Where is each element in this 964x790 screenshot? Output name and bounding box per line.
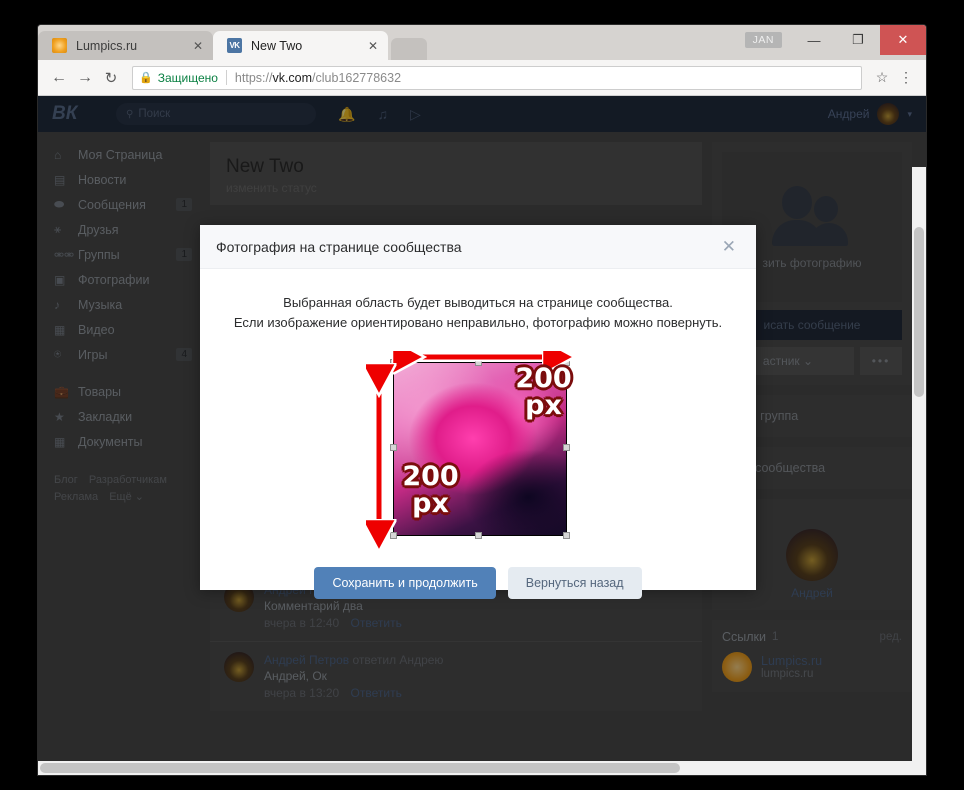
reload-icon[interactable]: ↻ [98, 69, 124, 87]
tab-close-icon[interactable]: ✕ [364, 39, 382, 53]
browser-tab-lumpics[interactable]: Lumpics.ru ✕ [38, 31, 213, 60]
dialog-text-line-1: Выбранная область будет выводиться на ст… [283, 295, 673, 310]
tab-title: New Two [251, 38, 303, 53]
browser-window: Lumpics.ru ✕ VK New Two ✕ JAN — ❐ ✕ ← → … [38, 25, 926, 775]
url-scheme: https:// [234, 70, 273, 85]
browser-menu-icon[interactable]: ⋮ [894, 69, 918, 86]
jan-badge: JAN [744, 32, 782, 48]
photo-crop-dialog: Фотография на странице сообщества ✕ Выбр… [200, 225, 756, 599]
new-tab-button[interactable] [391, 38, 427, 60]
browser-toolbar: ← → ↻ 🔒 Защищено https:// vk.com /club16… [38, 60, 926, 96]
forward-icon[interactable]: → [72, 69, 98, 87]
url-path: /club162778632 [312, 70, 402, 85]
tab-title: Lumpics.ru [76, 38, 138, 53]
bookmark-star-icon[interactable]: ☆ [870, 69, 894, 86]
omnibox-divider [225, 70, 227, 85]
save-and-continue-button[interactable]: Сохранить и продолжить [314, 567, 496, 599]
vertical-scrollbar-thumb[interactable] [914, 227, 924, 397]
lumpics-favicon-icon [52, 38, 67, 53]
maximize-button[interactable]: ❐ [836, 25, 880, 55]
horizontal-scrollbar[interactable] [38, 761, 926, 775]
secure-label: Защищено [157, 70, 218, 85]
url-host: vk.com [272, 70, 313, 85]
back-icon[interactable]: ← [46, 69, 72, 87]
tab-strip: Lumpics.ru ✕ VK New Two ✕ [38, 31, 427, 60]
vk-page: ВК ⚲ Поиск 🔔 ♫ ▷ Андрей ▾ ⌂ Моя Страница [38, 96, 926, 775]
minimize-button[interactable]: — [792, 25, 836, 55]
dialog-body: Выбранная область будет выводиться на ст… [200, 269, 756, 599]
close-button[interactable]: ✕ [880, 25, 926, 55]
window-controls: JAN — ❐ ✕ [744, 25, 926, 55]
dialog-title: Фотография на странице сообщества [216, 238, 462, 255]
vertical-scrollbar[interactable] [912, 167, 926, 761]
horizontal-scrollbar-thumb[interactable] [40, 763, 680, 773]
browser-tab-new-two[interactable]: VK New Two ✕ [213, 31, 388, 60]
lock-icon: 🔒 [139, 72, 153, 84]
dialog-header: Фотография на странице сообщества ✕ [200, 225, 756, 269]
height-annotation-label: 200 px [402, 461, 459, 519]
crop-preview-area: 200 px 200 px [366, 351, 591, 551]
close-icon[interactable]: ✕ [718, 234, 740, 259]
address-bar[interactable]: 🔒 Защищено https:// vk.com /club16277863… [132, 65, 862, 90]
dialog-text-line-2: Если изображение ориентировано неправиль… [233, 315, 723, 330]
dialog-buttons: Сохранить и продолжить Вернуться назад [200, 567, 756, 599]
tab-close-icon[interactable]: ✕ [189, 39, 207, 53]
vk-favicon-icon: VK [227, 38, 242, 53]
window-titlebar: Lumpics.ru ✕ VK New Two ✕ JAN — ❐ ✕ [38, 25, 926, 60]
width-annotation-label: 200 px [515, 363, 572, 421]
go-back-button[interactable]: Вернуться назад [507, 567, 642, 599]
